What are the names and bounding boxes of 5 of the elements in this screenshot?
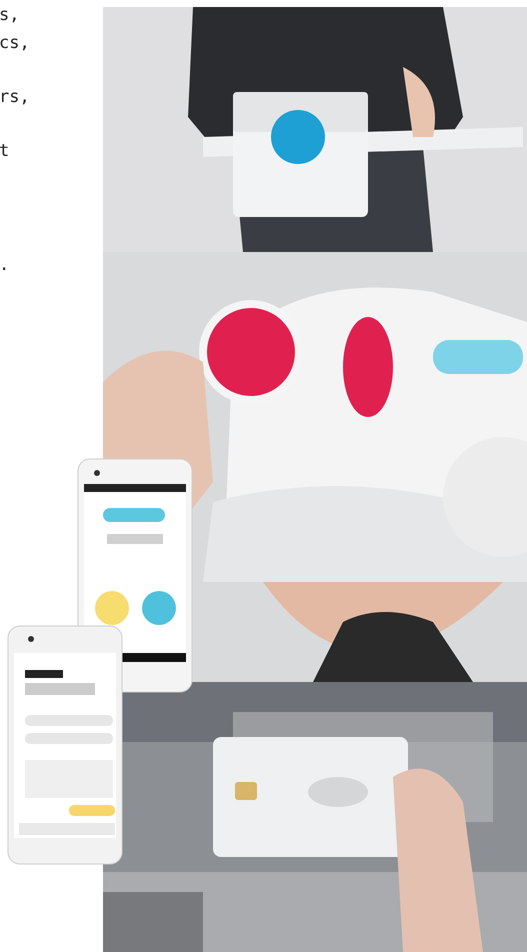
text-line: cs, bbox=[0, 32, 30, 55]
text-line: . bbox=[0, 254, 10, 277]
text-line: rs, bbox=[0, 86, 30, 109]
text-line: s, bbox=[0, 4, 20, 27]
text-line: t bbox=[0, 140, 10, 163]
